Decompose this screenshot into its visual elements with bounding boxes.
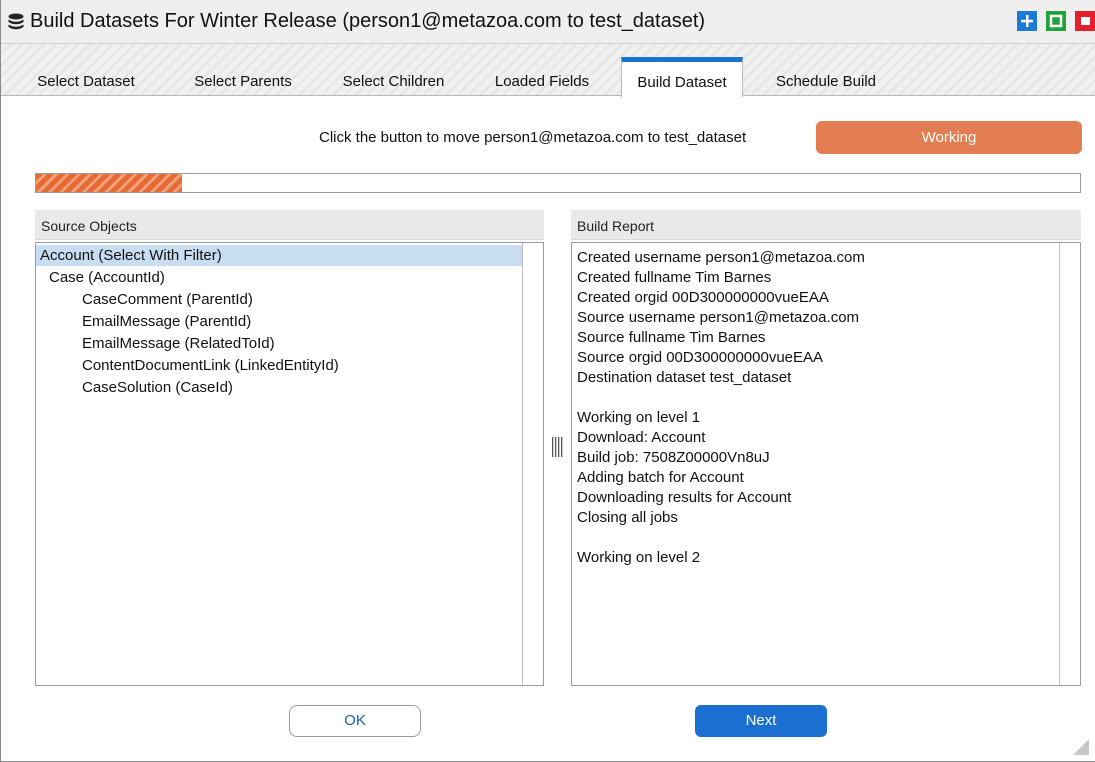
report-line: Working on level 2: [577, 549, 701, 566]
tree-item-account[interactable]: Account (Select With Filter): [36, 245, 522, 266]
move-prompt: Click the button to move person1@metazoa…: [319, 129, 747, 146]
maximize-button[interactable]: [1017, 11, 1037, 31]
tree-item-case[interactable]: Case (AccountId): [36, 267, 165, 288]
report-line: Working on level 1: [577, 409, 701, 426]
tree-item-emailmessage-relatedtoid[interactable]: EmailMessage (RelatedToId): [36, 333, 275, 354]
report-line: Source username person1@metazoa.com: [577, 309, 860, 326]
close-icon: [1081, 17, 1090, 25]
next-button[interactable]: Next: [695, 705, 827, 737]
report-line: Source fullname Tim Barnes: [577, 329, 766, 346]
report-line: Created fullname Tim Barnes: [577, 269, 772, 286]
report-line: Adding batch for Account: [577, 469, 744, 486]
tab-label: Select Parents: [194, 73, 292, 90]
source-objects-scrollbar[interactable]: [522, 243, 543, 685]
title-bar[interactable]: Build Datasets For Winter Release (perso…: [1, 0, 1095, 44]
tab-select-parents[interactable]: Select Parents: [173, 59, 313, 96]
tree-item-emailmessage-parentid[interactable]: EmailMessage (ParentId): [36, 311, 251, 332]
tab-schedule-build[interactable]: Schedule Build: [756, 59, 896, 96]
close-button[interactable]: [1075, 11, 1095, 31]
tree-item-casecomment[interactable]: CaseComment (ParentId): [36, 289, 253, 310]
build-datasets-window: Build Datasets For Winter Release (perso…: [0, 0, 1095, 762]
plus-icon: [1021, 15, 1033, 27]
report-line: Downloading results for Account: [577, 489, 792, 506]
tree-item-casesolution[interactable]: CaseSolution (CaseId): [36, 377, 233, 398]
report-line: Source orgid 00D300000000vueEAA: [577, 349, 824, 366]
build-report-scrollbar[interactable]: [1059, 243, 1080, 685]
report-line: Build job: 7508Z00000Vn8uJ: [577, 449, 770, 466]
tree-item-contentdocumentlink[interactable]: ContentDocumentLink (LinkedEntityId): [36, 355, 339, 376]
tab-label: Select Children: [342, 73, 445, 90]
panel-splitter-handle[interactable]: [550, 434, 564, 460]
tab-build-dataset[interactable]: Build Dataset: [621, 57, 743, 97]
database-icon: [7, 13, 25, 33]
build-report-header: Build Report: [571, 210, 1081, 240]
source-objects-header: Source Objects: [35, 210, 544, 240]
square-icon: [1049, 14, 1063, 28]
window-title: Build Datasets For Winter Release (perso…: [30, 10, 706, 32]
report-line: Created orgid 00D300000000vueEAA: [577, 289, 829, 306]
grip-lines-icon: [552, 437, 563, 457]
source-objects-tree[interactable]: Account (Select With Filter) Case (Accou…: [35, 242, 544, 686]
working-button[interactable]: Working: [816, 121, 1082, 154]
tab-label: Schedule Build: [775, 73, 877, 90]
report-line: Destination dataset test_dataset: [577, 369, 792, 386]
report-line: Download: Account: [577, 429, 706, 446]
report-line: Created username person1@metazoa.com: [577, 249, 865, 266]
tab-strip: Select Dataset Select Parents Select Chi…: [1, 44, 1095, 97]
restore-button[interactable]: [1046, 11, 1066, 31]
tab-label: Build Dataset: [637, 74, 727, 91]
tab-label: Select Dataset: [37, 73, 135, 90]
build-report-log[interactable]: Created username person1@metazoa.com Crea…: [571, 242, 1081, 686]
ok-button[interactable]: OK: [289, 705, 421, 737]
progress-fill: [36, 174, 183, 192]
build-progress-bar: [35, 173, 1081, 193]
tab-label: Loaded Fields: [494, 73, 590, 90]
tab-select-children[interactable]: Select Children: [321, 59, 466, 96]
tab-select-dataset[interactable]: Select Dataset: [23, 59, 149, 96]
tab-loaded-fields[interactable]: Loaded Fields: [475, 59, 609, 96]
resize-grip-icon[interactable]: [1071, 737, 1091, 757]
report-line: Closing all jobs: [577, 509, 678, 526]
